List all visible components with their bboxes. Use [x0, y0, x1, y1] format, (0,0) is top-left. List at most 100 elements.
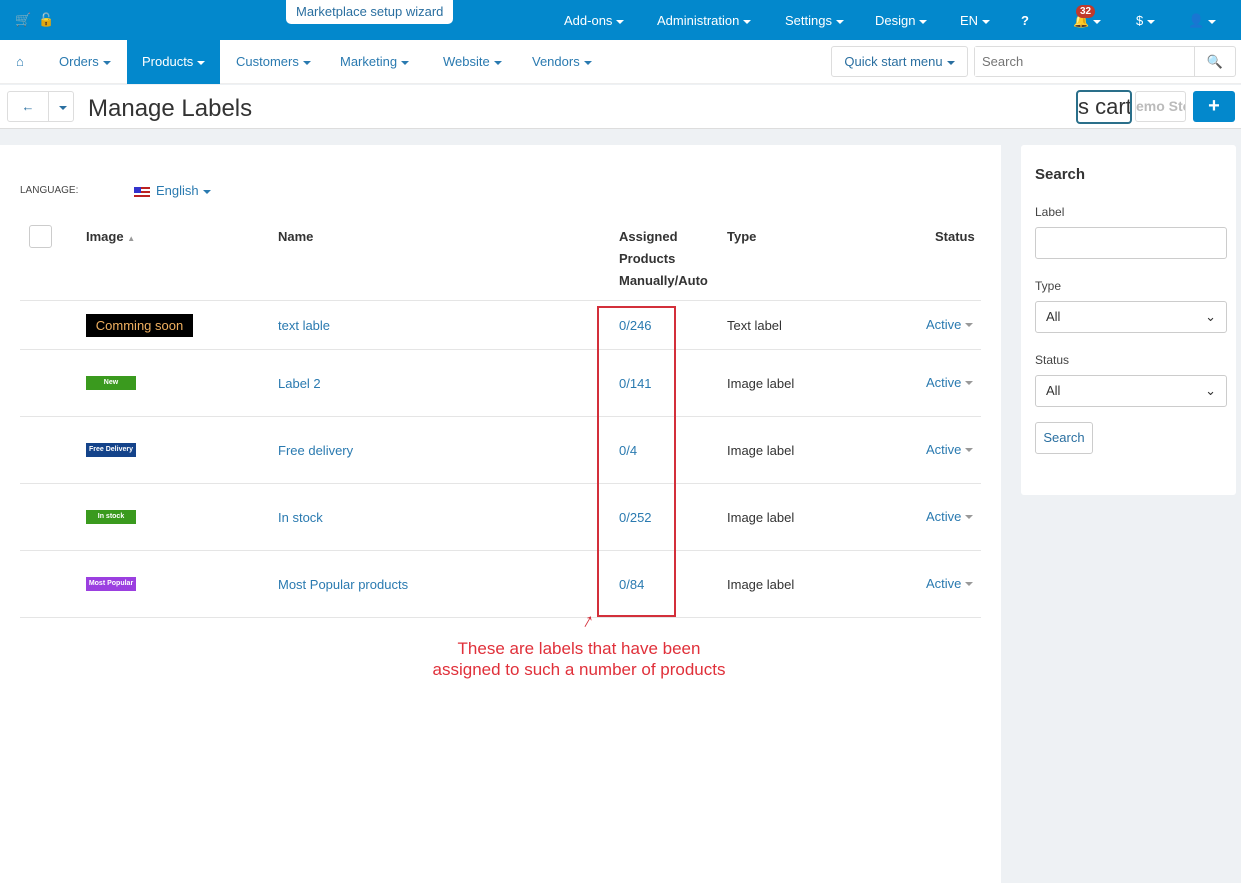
- nav-products[interactable]: Products: [127, 40, 221, 84]
- top-bar: 🛒 🔓 Marketplace setup wizard Add-ons Adm…: [0, 0, 1241, 40]
- label: Active: [926, 374, 962, 390]
- storefront-logo-button[interactable]: s cart: [1076, 90, 1132, 124]
- notification-badge: 32: [1076, 5, 1096, 18]
- administration-menu[interactable]: Administration: [657, 13, 752, 28]
- label-type: Image label: [727, 576, 795, 592]
- column-image[interactable]: Image ▲: [86, 226, 135, 250]
- divider: [20, 617, 981, 618]
- label-name-link[interactable]: Most Popular products: [278, 577, 408, 592]
- label: Active: [926, 508, 962, 524]
- label: Active: [926, 575, 962, 591]
- column-type[interactable]: Type: [727, 226, 756, 248]
- unlock-icon[interactable]: 🔓: [38, 12, 54, 28]
- labels-panel: LANGUAGE: English Image ▲ Name Assigned …: [0, 145, 1001, 883]
- user-icon[interactable]: 👤: [1188, 13, 1217, 29]
- status-dropdown[interactable]: Active: [926, 508, 974, 524]
- us-flag-icon: [134, 186, 150, 197]
- back-button-group: ←: [7, 91, 74, 122]
- nav-marketing[interactable]: Marketing: [340, 40, 410, 84]
- column-name[interactable]: Name: [278, 226, 313, 248]
- label-input[interactable]: [1035, 227, 1227, 259]
- label: Products: [142, 54, 194, 69]
- label: Marketing: [340, 54, 398, 69]
- label-type: Text label: [727, 317, 782, 333]
- currency-menu[interactable]: $: [1136, 13, 1156, 28]
- column-assigned[interactable]: Assigned Products Manually/Auto: [619, 226, 714, 292]
- label-image: Most Popular: [86, 576, 136, 591]
- label-type: Image label: [727, 442, 795, 458]
- label: Active: [926, 441, 962, 457]
- search-button[interactable]: Search: [1035, 422, 1093, 454]
- page-header: ← Manage Labels s cart emo Sto +: [0, 85, 1241, 129]
- label: Orders: [59, 54, 99, 69]
- label: Website: [443, 54, 490, 69]
- label-image: Free Delivery: [86, 442, 136, 457]
- status-select[interactable]: All ⌄: [1035, 375, 1227, 407]
- help-icon[interactable]: ?: [1021, 13, 1029, 28]
- quick-start-menu[interactable]: Quick start menu: [831, 46, 968, 77]
- status-field-label: Status: [1035, 353, 1070, 367]
- nav-orders[interactable]: Orders: [59, 40, 111, 84]
- language-label: LANGUAGE:: [20, 185, 79, 196]
- label: English: [156, 183, 199, 198]
- status-dropdown[interactable]: Active: [926, 441, 974, 457]
- search-icon[interactable]: 🔍: [1194, 47, 1235, 76]
- select-all-checkbox[interactable]: [29, 225, 52, 248]
- label: Settings: [785, 13, 832, 28]
- nav-customers[interactable]: Customers: [236, 40, 311, 84]
- label-field-label: Label: [1035, 205, 1065, 219]
- marketplace-wizard-button[interactable]: Marketplace setup wizard: [286, 0, 454, 24]
- annotation-text: These are labels that have been assigned…: [432, 639, 726, 679]
- chevron-down-icon[interactable]: [48, 92, 73, 121]
- value: All: [1046, 309, 1061, 324]
- design-menu[interactable]: Design: [875, 13, 928, 28]
- demo-store-button[interactable]: emo Sto: [1135, 91, 1186, 122]
- annotation-box: [597, 306, 676, 617]
- sidebar-title: Search: [1035, 166, 1086, 183]
- search-box: 🔍: [974, 46, 1236, 77]
- settings-menu[interactable]: Settings: [785, 13, 844, 28]
- language-menu[interactable]: EN: [960, 13, 991, 28]
- label: Active: [926, 316, 962, 332]
- label: Vendors: [532, 54, 580, 69]
- label-image: New: [86, 375, 136, 390]
- label-name-link[interactable]: text lable: [278, 318, 330, 333]
- table-row: Comming soon text lable 0/246 Text label …: [20, 300, 981, 349]
- search-sidebar: Search Label Type All ⌄ Status All ⌄ Searc…: [1021, 145, 1236, 495]
- status-dropdown[interactable]: Active: [926, 575, 974, 591]
- language-selector[interactable]: English: [134, 183, 211, 198]
- label-name-link[interactable]: Free delivery: [278, 443, 353, 458]
- back-arrow-icon[interactable]: ←: [8, 92, 48, 121]
- label: Administration: [657, 13, 740, 28]
- main-nav: ⌂ Orders Products Customers Marketing We…: [0, 40, 1241, 84]
- label-name-link[interactable]: In stock: [278, 510, 323, 525]
- nav-website[interactable]: Website: [443, 40, 502, 84]
- label: Quick start menu: [844, 54, 943, 69]
- label: $: [1136, 13, 1144, 28]
- type-select[interactable]: All ⌄: [1035, 301, 1227, 333]
- cart-icon[interactable]: 🛒: [15, 12, 31, 28]
- type-field-label: Type: [1035, 279, 1062, 293]
- table-row: Free Delivery Free delivery 0/4 Image lab…: [20, 416, 981, 483]
- page-title: Manage Labels: [88, 95, 253, 122]
- value: All: [1046, 383, 1061, 398]
- table-row: In stock In stock 0/252 Image label Activ…: [20, 483, 981, 550]
- column-status[interactable]: Status: [935, 226, 975, 248]
- label-image: Comming soon: [86, 313, 193, 337]
- nav-vendors[interactable]: Vendors: [532, 40, 592, 84]
- label-type: Image label: [727, 509, 795, 525]
- home-icon[interactable]: ⌂: [16, 40, 24, 84]
- label: Customers: [236, 54, 299, 69]
- label-name-link[interactable]: Label 2: [278, 376, 321, 391]
- label: EN: [960, 13, 979, 28]
- addons-menu[interactable]: Add-ons: [564, 13, 625, 28]
- label: Design: [875, 13, 916, 28]
- search-input[interactable]: [975, 47, 1195, 76]
- label: Add-ons: [564, 13, 613, 28]
- add-label-button[interactable]: +: [1193, 91, 1235, 122]
- label: Image: [86, 229, 124, 244]
- status-dropdown[interactable]: Active: [926, 316, 974, 332]
- status-dropdown[interactable]: Active: [926, 374, 974, 390]
- table-row: New Label 2 0/141 Image label Active: [20, 349, 981, 416]
- label-image: In stock: [86, 509, 136, 524]
